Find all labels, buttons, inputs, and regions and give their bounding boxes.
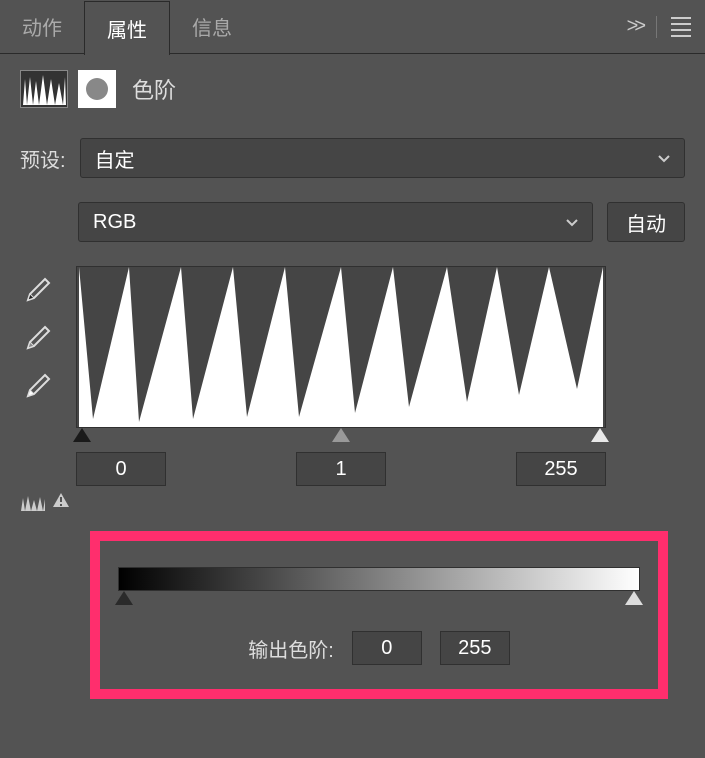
output-gradient[interactable] [118,567,640,591]
output-label: 输出色阶: [248,634,334,663]
black-point-eyedropper-icon[interactable] [20,274,54,308]
output-values-row: 输出色阶: 0 255 [118,631,640,665]
histogram-small-icon [20,494,46,512]
tab-info[interactable]: 信息 [170,0,254,54]
output-black-slider[interactable] [115,591,133,605]
white-point-eyedropper-icon[interactable] [20,370,54,404]
preset-value: 自定 [95,144,135,173]
eyedropper-column [20,266,54,486]
channel-value: RGB [93,211,136,234]
tab-actions[interactable]: 动作 [0,0,84,54]
collapse-chevron-icon[interactable]: >> [627,15,642,38]
tab-bar: 动作 属性 信息 >> [0,0,705,54]
warning-icon[interactable] [52,492,70,513]
input-white-field[interactable]: 255 [516,452,606,486]
channel-row: RGB 自动 [78,202,685,242]
chevron-down-icon [658,150,670,166]
input-black-slider[interactable] [73,428,91,442]
gray-point-eyedropper-icon[interactable] [20,322,54,356]
tab-bar-controls: >> [627,15,705,38]
panel-menu-icon[interactable] [671,17,691,37]
preset-select[interactable]: 自定 [80,138,685,178]
histogram[interactable] [76,266,606,428]
preset-label: 预设: [20,144,66,173]
output-white-field[interactable]: 255 [440,631,510,665]
levels-content: 0 1 255 [20,266,685,486]
layer-mask-icon[interactable] [78,70,116,108]
input-white-slider[interactable] [591,428,609,442]
input-gamma-slider[interactable] [332,428,350,442]
input-black-field[interactable]: 0 [76,452,166,486]
input-slider-track [76,428,606,446]
output-white-slider[interactable] [625,591,643,605]
tab-properties[interactable]: 属性 [84,1,170,55]
channel-select[interactable]: RGB [78,202,593,242]
preset-row: 预设: 自定 [20,138,685,178]
adjustment-header: 色阶 [20,70,685,108]
divider [656,16,657,38]
histogram-area: 0 1 255 [70,266,685,486]
output-slider-track [118,591,640,609]
adjustment-title: 色阶 [132,73,176,105]
histogram-warning-row [20,492,685,513]
output-levels-section: 输出色阶: 0 255 [90,531,668,699]
chevron-down-icon [566,214,578,230]
properties-panel: 色阶 预设: 自定 RGB 自动 [0,54,705,715]
auto-button[interactable]: 自动 [607,202,685,242]
levels-icon[interactable] [20,70,68,108]
output-black-field[interactable]: 0 [352,631,422,665]
input-gamma-field[interactable]: 1 [296,452,386,486]
input-values-row: 0 1 255 [76,452,606,486]
